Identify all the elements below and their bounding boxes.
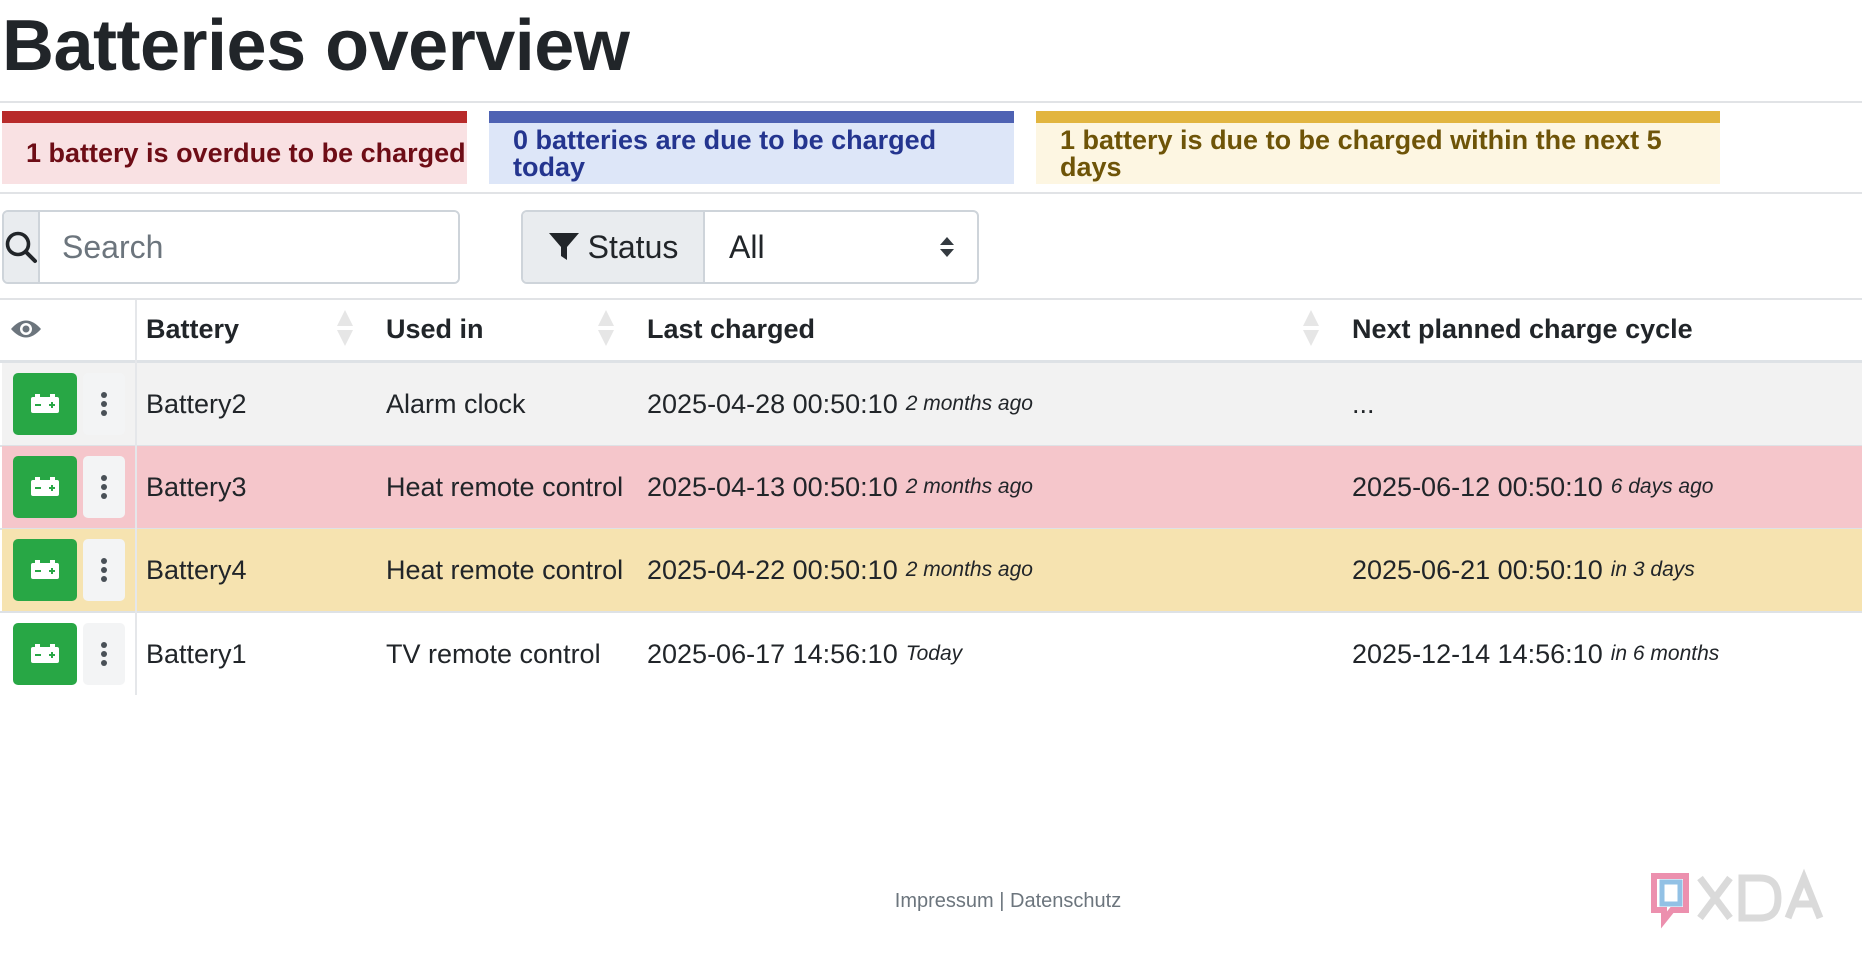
due-today-alert[interactable]: 0 batteries are due to be charged today [489,111,1014,184]
status-filter-group: Status All [521,210,979,284]
sort-icon[interactable] [596,308,616,348]
charge-button[interactable] [13,456,77,518]
search-addon [4,212,40,282]
sort-icon[interactable] [1301,308,1321,348]
impressum-link[interactable]: Impressum [895,890,994,912]
battery-name[interactable]: Battery2 [146,363,247,445]
next-charge-date: 2025-06-12 00:50:10 [1352,471,1603,502]
battery-charge-icon [31,477,59,496]
table-row: Battery1 TV remote control 2025-06-17 14… [2,613,1862,695]
footer-separator: | [999,890,1005,912]
charge-button[interactable] [13,539,77,601]
footer-links: Impressum | Datenschutz [0,890,1862,913]
next-charge-relative: 6 days ago [1610,475,1714,498]
more-options-button[interactable] [83,539,125,601]
alerts-divider [0,192,1862,194]
last-charged: 2025-04-13 00:50:10 2 months ago [647,446,1033,528]
charge-button[interactable] [13,373,77,435]
next-charge: 2025-06-12 00:50:10 6 days ago [1352,446,1713,528]
used-in: Heat remote control [386,554,624,585]
actions-column-divider [135,300,137,695]
more-options-button[interactable] [83,373,125,435]
last-charged-date: 2025-04-28 00:50:10 [647,388,898,419]
used-in: Alarm clock [386,388,526,419]
more-vertical-icon [101,642,107,666]
due-soon-alert-bar [1036,111,1720,123]
column-header-used-in[interactable]: Used in [386,300,484,358]
table-row: Battery3 Heat remote control 2025-04-13 … [2,446,1862,528]
more-vertical-icon [101,558,107,582]
used-in: Heat remote control [386,471,624,502]
next-charge-relative: in 6 months [1610,642,1720,665]
last-charged-relative: 2 months ago [905,392,1033,415]
column-header-last-charged[interactable]: Last charged [647,300,815,358]
more-options-button[interactable] [83,456,125,518]
battery-name[interactable]: Battery4 [146,529,247,611]
last-charged-relative: Today [905,642,963,665]
more-vertical-icon [101,475,107,499]
table-row: Battery2 Alarm clock 2025-04-28 00:50:10… [2,363,1862,445]
last-charged-date: 2025-04-13 00:50:10 [647,471,898,502]
select-arrows-icon [940,237,954,257]
more-vertical-icon [101,392,107,416]
overdue-alert-bar [2,111,467,123]
next-charge-relative: in 3 days [1610,558,1695,581]
eye-icon [11,320,41,338]
search-group [2,210,460,284]
search-input[interactable] [40,212,458,282]
search-icon [5,231,37,263]
next-charge-date: ... [1352,388,1375,419]
last-charged: 2025-04-22 00:50:10 2 months ago [647,529,1033,611]
last-charged: 2025-04-28 00:50:10 2 months ago [647,363,1033,445]
status-select-value: All [729,228,765,265]
column-visibility-toggle[interactable] [10,300,42,358]
next-charge-date: 2025-06-21 00:50:10 [1352,554,1603,585]
due-soon-alert-text: 1 battery is due to be charged within th… [1060,124,1662,182]
next-charge: 2025-06-21 00:50:10 in 3 days [1352,529,1695,611]
due-today-alert-bar [489,111,1014,123]
overdue-alert-text: 1 battery is overdue to be charged [26,138,466,168]
last-charged: 2025-06-17 14:56:10 Today [647,613,962,695]
status-addon: Status [523,212,705,282]
title-divider [0,101,1862,103]
battery-charge-icon [31,394,59,413]
last-charged-date: 2025-06-17 14:56:10 [647,638,898,669]
used-in: TV remote control [386,638,601,669]
due-today-alert-text: 0 batteries are due to be charged today [513,124,937,182]
column-header-battery[interactable]: Battery [146,300,239,358]
table-row: Battery4 Heat remote control 2025-04-22 … [2,529,1862,611]
battery-charge-icon [31,560,59,579]
charge-button[interactable] [13,623,77,685]
status-label: Status [587,228,679,265]
last-charged-relative: 2 months ago [905,558,1033,581]
sort-icon[interactable] [335,308,355,348]
xda-logo [1651,868,1824,929]
last-charged-relative: 2 months ago [905,475,1033,498]
status-select[interactable]: All [705,212,977,282]
filter-icon [548,233,579,260]
overdue-alert[interactable]: 1 battery is overdue to be charged [2,111,467,184]
last-charged-date: 2025-04-22 00:50:10 [647,554,898,585]
battery-name[interactable]: Battery1 [146,613,247,695]
due-soon-alert[interactable]: 1 battery is due to be charged within th… [1036,111,1720,184]
battery-charge-icon [31,644,59,663]
next-charge: 2025-12-14 14:56:10 in 6 months [1352,613,1719,695]
page-title: Batteries overview [2,6,630,86]
battery-name[interactable]: Battery3 [146,446,247,528]
more-options-button[interactable] [83,623,125,685]
datenschutz-link[interactable]: Datenschutz [1010,890,1121,912]
column-header-next-charge[interactable]: Next planned charge cycle [1352,300,1693,358]
next-charge: ... [1352,363,1383,445]
next-charge-date: 2025-12-14 14:56:10 [1352,638,1603,669]
